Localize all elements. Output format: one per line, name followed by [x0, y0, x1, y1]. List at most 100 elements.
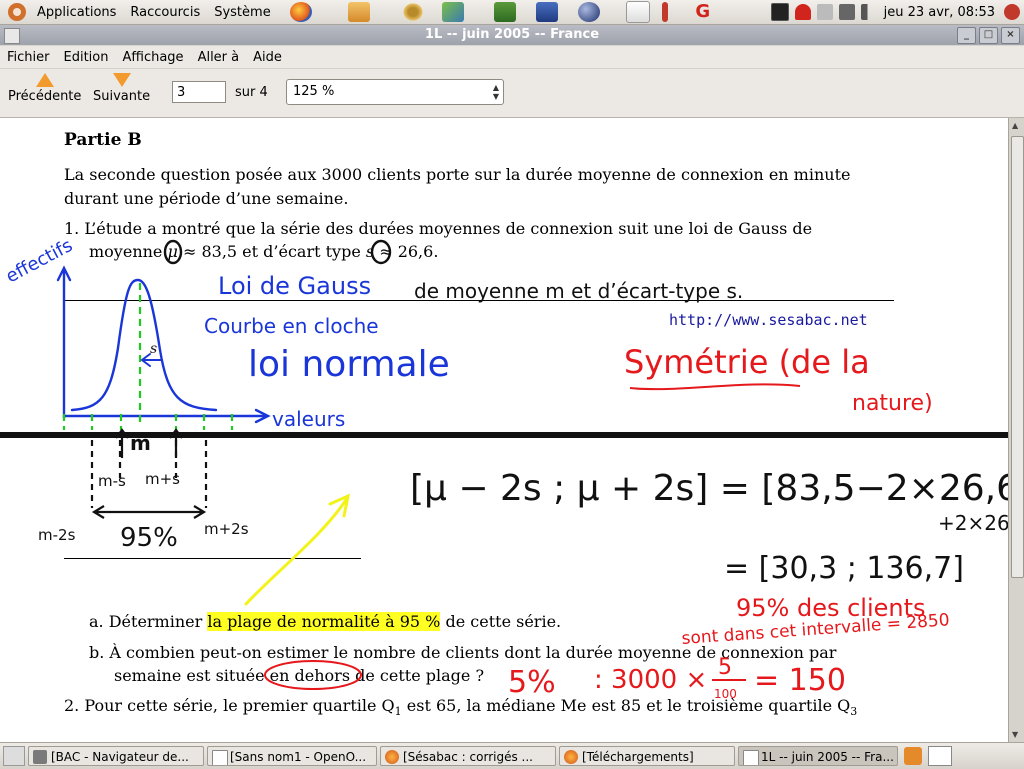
pct-5-label: 5%	[508, 665, 556, 700]
nature-annotation: nature)	[852, 391, 933, 416]
task-openoffice[interactable]: [Sans nom1 - OpenO...	[207, 746, 377, 766]
close-button[interactable]: ×	[1001, 27, 1020, 44]
ubuntu-logo-icon[interactable]	[8, 3, 26, 21]
page-number-input[interactable]	[172, 81, 226, 103]
top-panel: Applications Raccourcis Système G jeu 23…	[0, 0, 1024, 25]
page-count-label: sur 4	[235, 85, 268, 100]
m-label: m	[130, 431, 151, 455]
chart-app-icon[interactable]	[441, 2, 464, 22]
document-icon	[743, 750, 759, 765]
zoom-select[interactable]: 125 % ▲ ▼	[286, 79, 504, 105]
s-annotation: s	[150, 341, 157, 357]
arrow-up-icon	[35, 73, 54, 87]
menu-applications[interactable]: Applications	[30, 5, 123, 20]
menu-systeme[interactable]: Système	[207, 5, 277, 20]
circle-s	[370, 239, 392, 265]
circle-en-dehors	[264, 660, 362, 690]
interval-expression: [μ − 2s ; μ + 2s] = [83,5−2×26,6 ; 83,5	[410, 468, 1008, 509]
network-app-icon[interactable]	[535, 2, 558, 22]
eye-app-icon[interactable]	[401, 2, 424, 22]
task-sesabac[interactable]: [Sésabac : corrigés ...	[380, 746, 556, 766]
window-title: 1L -- juin 2005 -- France	[424, 27, 600, 42]
document-icon	[212, 750, 228, 765]
firefox-icon	[564, 750, 578, 764]
trash-icon[interactable]	[904, 747, 922, 765]
task-label: [Téléchargements]	[582, 750, 694, 764]
interval-expression-2: +2×26,6]	[938, 511, 1008, 535]
m-minus-2s-label: m-2s	[38, 526, 76, 544]
document-view[interactable]: Partie B La seconde question posée aux 3…	[0, 118, 1008, 742]
window-titlebar[interactable]: 1L -- juin 2005 -- France _ □ ×	[0, 25, 1024, 45]
window-menu-icon[interactable]	[4, 28, 20, 44]
notepad-app-icon[interactable]	[625, 1, 650, 23]
symetrie-underline	[629, 383, 801, 391]
task-document-viewer[interactable]: 1L -- juin 2005 -- Fra...	[738, 746, 898, 766]
circle-mu	[163, 239, 183, 265]
courbe-cloche-annotation: Courbe en cloche	[204, 314, 379, 338]
scrollbar-thumb[interactable]	[1011, 136, 1024, 578]
terminal-icon[interactable]	[770, 3, 789, 21]
previous-page-label: Précédente	[8, 89, 82, 104]
task-label: [BAC - Navigateur de...	[51, 750, 189, 764]
task-bac-navigateur[interactable]: [BAC - Navigateur de...	[28, 746, 204, 766]
bottom-panel: [BAC - Navigateur de... [Sans nom1 - Ope…	[0, 742, 1024, 769]
toolbar: Précédente Suivante sur 4 125 % ▲▼	[0, 69, 1024, 118]
books-app-icon[interactable]	[493, 2, 516, 22]
menu-aller-a[interactable]: Aller à	[191, 50, 247, 65]
m-plus-s-label: m+s	[145, 470, 180, 488]
symetrie-annotation: Symétrie (de la	[624, 343, 870, 381]
menu-aide[interactable]: Aide	[246, 50, 289, 65]
menubar: Fichier Edition Affichage Aller à Aide	[0, 46, 1024, 69]
fraction-numerator: 5	[718, 655, 732, 680]
quit-icon[interactable]	[1004, 4, 1020, 20]
m-minus-s-label: m-s	[98, 472, 126, 490]
task-label: [Sésabac : corrigés ...	[403, 750, 533, 764]
firefox-icon	[385, 750, 399, 764]
scroll-down-icon[interactable]: ▼	[1012, 730, 1018, 739]
globe-app-icon[interactable]	[577, 2, 600, 22]
annotation-layer: s effectifs valeurs Loi de Gauss de moye…	[2, 235, 1008, 701]
network-status-icon[interactable]	[838, 4, 855, 20]
pct-95-label: 95%	[120, 523, 178, 553]
loi-normale-annotation: loi normale	[248, 344, 450, 385]
menu-affichage[interactable]: Affichage	[115, 50, 190, 65]
home-folder-icon[interactable]	[347, 2, 370, 22]
clock[interactable]: jeu 23 avr, 08:53	[884, 5, 995, 20]
task-telechargements[interactable]: [Téléchargements]	[559, 746, 735, 766]
x-axis	[62, 408, 271, 424]
valeurs-annotation: valeurs	[272, 407, 345, 431]
task-label: [Sans nom1 - OpenO...	[230, 750, 367, 764]
menu-edition[interactable]: Edition	[57, 50, 116, 65]
task-label: 1L -- juin 2005 -- Fra...	[761, 750, 894, 764]
loi-gauss-annotation: Loi de Gauss	[218, 272, 371, 300]
next-page-label: Suivante	[93, 89, 151, 104]
y-axis	[56, 265, 72, 420]
menu-raccourcis[interactable]: Raccourcis	[123, 5, 207, 20]
download-icon[interactable]	[794, 4, 811, 20]
m-plus-2s-label: m+2s	[204, 520, 249, 538]
firefox-launcher-icon[interactable]	[289, 2, 312, 22]
window-icon	[33, 750, 47, 764]
zoom-value: 125 %	[293, 84, 335, 99]
pen-app-icon[interactable]	[661, 2, 668, 22]
calc-prefix: : 3000 ×	[594, 665, 707, 695]
updown-arrows-icon: ▲ ▼	[492, 83, 499, 101]
menu-fichier[interactable]: Fichier	[0, 50, 57, 65]
g-app-icon[interactable]: G	[692, 2, 714, 22]
yellow-arrow	[244, 493, 351, 606]
scroll-up-icon[interactable]: ▲	[1012, 121, 1018, 130]
next-page-button[interactable]: Suivante	[93, 73, 150, 104]
show-desktop-icon[interactable]	[3, 746, 25, 766]
workspace-switcher[interactable]	[928, 746, 952, 766]
arrow-down-icon	[112, 73, 131, 87]
minimize-button[interactable]: _	[957, 27, 976, 44]
previous-page-button[interactable]: Précédente	[8, 73, 81, 104]
printer-icon[interactable]	[816, 4, 833, 20]
de-moyenne-annotation: de moyenne m et d’écart-type s.	[414, 279, 743, 303]
interval-result: = [30,3 ; 136,7]	[724, 551, 964, 586]
volume-icon[interactable]	[860, 4, 877, 20]
vertical-scrollbar[interactable]: ▲ ▼	[1008, 118, 1024, 742]
calc-result: = 150	[754, 663, 846, 698]
bell-curve	[70, 278, 218, 412]
maximize-button[interactable]: □	[979, 27, 998, 44]
